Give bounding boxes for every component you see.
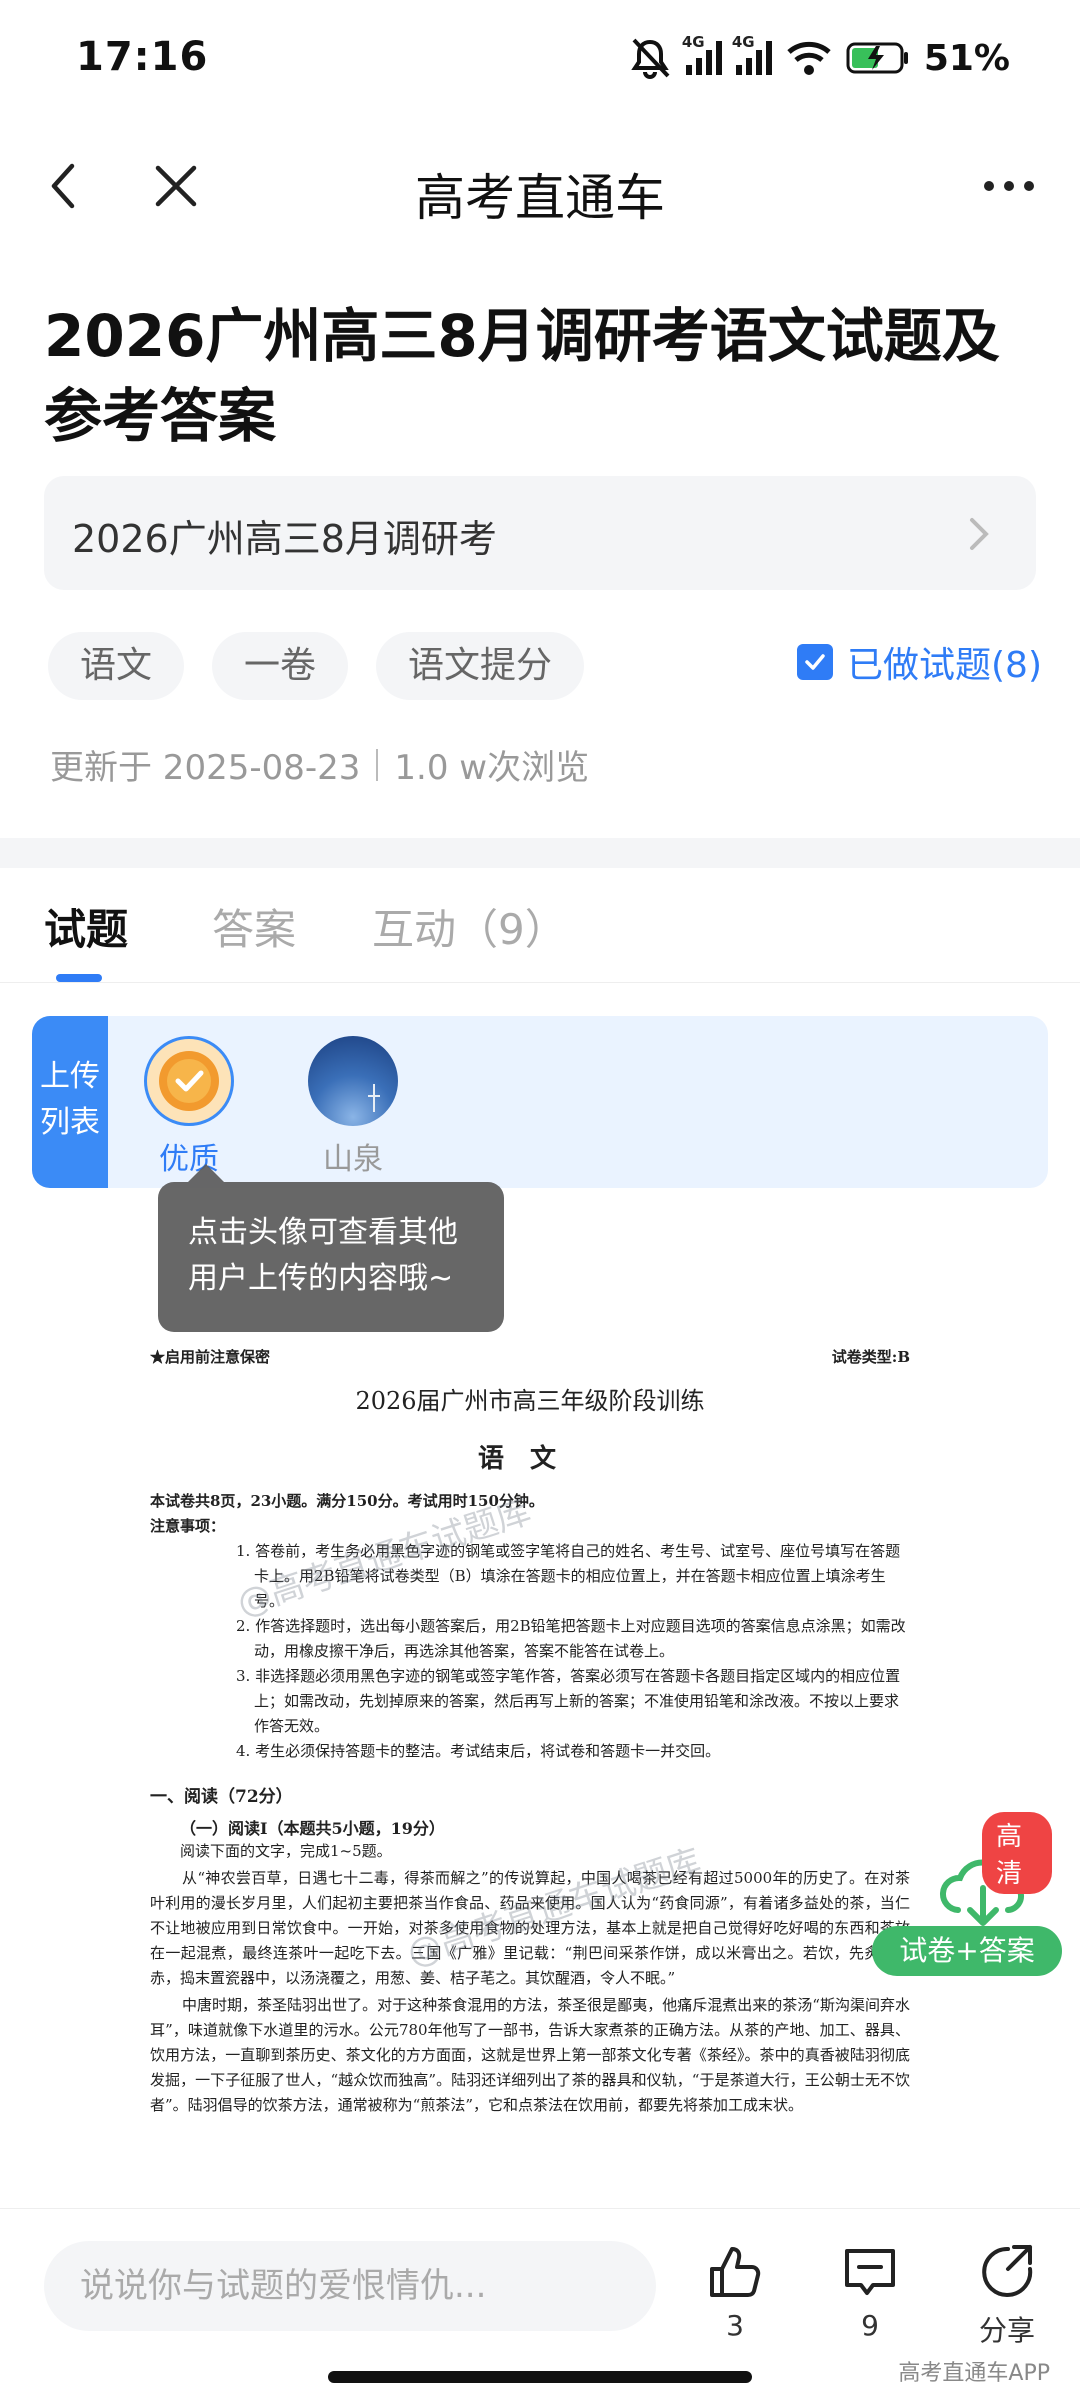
comment-count: 9 <box>861 2309 879 2342</box>
done-tests-label: 已做试题(8) <box>847 645 1042 686</box>
share-icon <box>982 2245 1033 2297</box>
tab-interaction[interactable]: 互动（9） <box>372 896 567 957</box>
status-icons: 4G 4G 51% <box>628 33 1010 82</box>
comment-button[interactable]: 9 <box>825 2243 915 2342</box>
divider <box>376 748 379 781</box>
cellular-signal-icon: 4G <box>732 33 772 75</box>
done-tests-toggle[interactable]: 已做试题(8) <box>797 636 1042 688</box>
paper-type-label: 试卷类型:B <box>831 1348 910 1366</box>
nav-title: 高考直通车 <box>415 169 665 227</box>
nav-bar: 高考直通车 <box>0 130 1080 250</box>
upload-list-label: 上传列表 <box>32 1016 108 1188</box>
tag-chip[interactable]: 语文提分 <box>376 632 585 700</box>
uploader-item[interactable]: 优质 <box>134 1036 244 1178</box>
battery-charging-icon <box>846 42 908 74</box>
article-meta: 更新于 2025-08-23 1.0 w次浏览 <box>50 740 589 789</box>
exam-paper-preview: ★启用前注意保密 试卷类型:B 2026届广州市高三年级阶段训练 语文 本试卷共… <box>150 1346 910 2206</box>
comment-icon <box>845 2249 895 2295</box>
like-button[interactable]: 3 <box>690 2243 780 2342</box>
share-button[interactable]: 分享 <box>962 2243 1052 2349</box>
exam-summary: 本试卷共8页，23小题。满分150分。考试用时150分钟。 <box>150 1492 544 1510</box>
note-item: 2. 作答选择题时，选出每小题答案后，用2B铅笔把答题卡上对应题目选项的答案信息… <box>236 1617 906 1660</box>
confidential-label: ★启用前注意保密 <box>150 1348 271 1366</box>
home-indicator[interactable] <box>328 2371 752 2383</box>
more-icon[interactable] <box>974 156 1044 216</box>
series-label: 2026广州高三8月调研考 <box>72 517 497 561</box>
avatar[interactable] <box>144 1036 234 1126</box>
avatar[interactable] <box>308 1036 398 1126</box>
reading-instruction: 阅读下面的文字，完成1~5题。 <box>180 1842 392 1860</box>
app-credit: 高考直通车APP <box>898 2361 1050 2386</box>
landscape-photo-icon <box>368 1084 380 1112</box>
thumbs-up-icon <box>710 2247 761 2297</box>
uploader-item[interactable]: 山泉 <box>298 1036 408 1178</box>
tab-questions[interactable]: 试题 <box>44 896 128 957</box>
section-heading: 一、阅读（72分） <box>150 1787 293 1807</box>
mute-icon <box>631 38 670 79</box>
share-label: 分享 <box>978 2314 1035 2347</box>
update-date: 更新于 2025-08-23 <box>50 748 361 788</box>
section-divider <box>0 838 1080 868</box>
quality-badge-icon <box>159 1051 219 1111</box>
hd-badge: 高清 <box>982 1812 1052 1894</box>
tooltip-arrow <box>188 1164 224 1182</box>
article-title: 2026广州高三8月调研考语文试题及参考答案 <box>44 302 1000 450</box>
exam-title: 2026届广州市高三年级阶段训练 <box>355 1387 705 1415</box>
upload-list: 上传列表 优质 山泉 <box>32 1016 1048 1188</box>
series-link[interactable]: 2026广州高三8月调研考 <box>44 476 1036 590</box>
exam-subject: 语文 <box>477 1444 582 1474</box>
status-time: 17:16 <box>76 34 209 80</box>
tag-chip[interactable]: 一卷 <box>212 632 349 700</box>
wifi-icon <box>787 41 831 75</box>
download-badge[interactable]: 高清 试卷+答案 <box>872 1812 1062 1982</box>
tab-indicator <box>56 974 102 982</box>
note-item: 3. 非选择题必须用黑色字迹的钢笔或签字笔作答，答案必须写在答题卡各题目指定区域… <box>236 1667 901 1735</box>
like-count: 3 <box>726 2309 744 2342</box>
tag-list: 语文 一卷 语文提分 <box>48 632 585 700</box>
note-item: 4. 考生必须保持答题卡的整洁。考试结束后，将试卷和答题卡一并交回。 <box>236 1742 721 1760</box>
comment-input[interactable]: 说说你与试题的爱恨情仇... <box>44 2241 656 2331</box>
battery-percent: 51% <box>923 37 1010 79</box>
view-count: 1.0 w次浏览 <box>394 748 590 788</box>
tab-answers[interactable]: 答案 <box>212 896 296 957</box>
checkbox-checked-icon[interactable] <box>797 644 833 680</box>
cellular-signal-icon: 4G <box>682 33 722 75</box>
tag-chip[interactable]: 语文 <box>48 632 185 700</box>
status-bar: 17:16 4G 4G 51% <box>0 0 1080 120</box>
network-type-label: 4G <box>681 33 705 51</box>
bottom-bar: 说说你与试题的爱恨情仇... 3 9 分享 高考直通车APP <box>0 2208 1080 2400</box>
chevron-right-icon <box>970 518 989 550</box>
passage-paragraph: 中唐时期，茶圣陆羽出世了。对于这种茶食混用的方法，茶圣很是鄙夷，他痛斥混煮出来的… <box>150 1996 910 2114</box>
avatar-tooltip: 点击头像可查看其他用户上传的内容哦~ <box>158 1182 504 1332</box>
tab-bar: 试题 答案 互动（9） <box>0 868 1080 983</box>
download-label[interactable]: 试卷+答案 <box>872 1926 1062 1976</box>
network-type-label: 4G <box>731 33 755 51</box>
subsection-heading: （一）阅读Ⅰ（本题共5小题，19分） <box>180 1819 445 1838</box>
uploader-name: 山泉 <box>323 1142 383 1177</box>
